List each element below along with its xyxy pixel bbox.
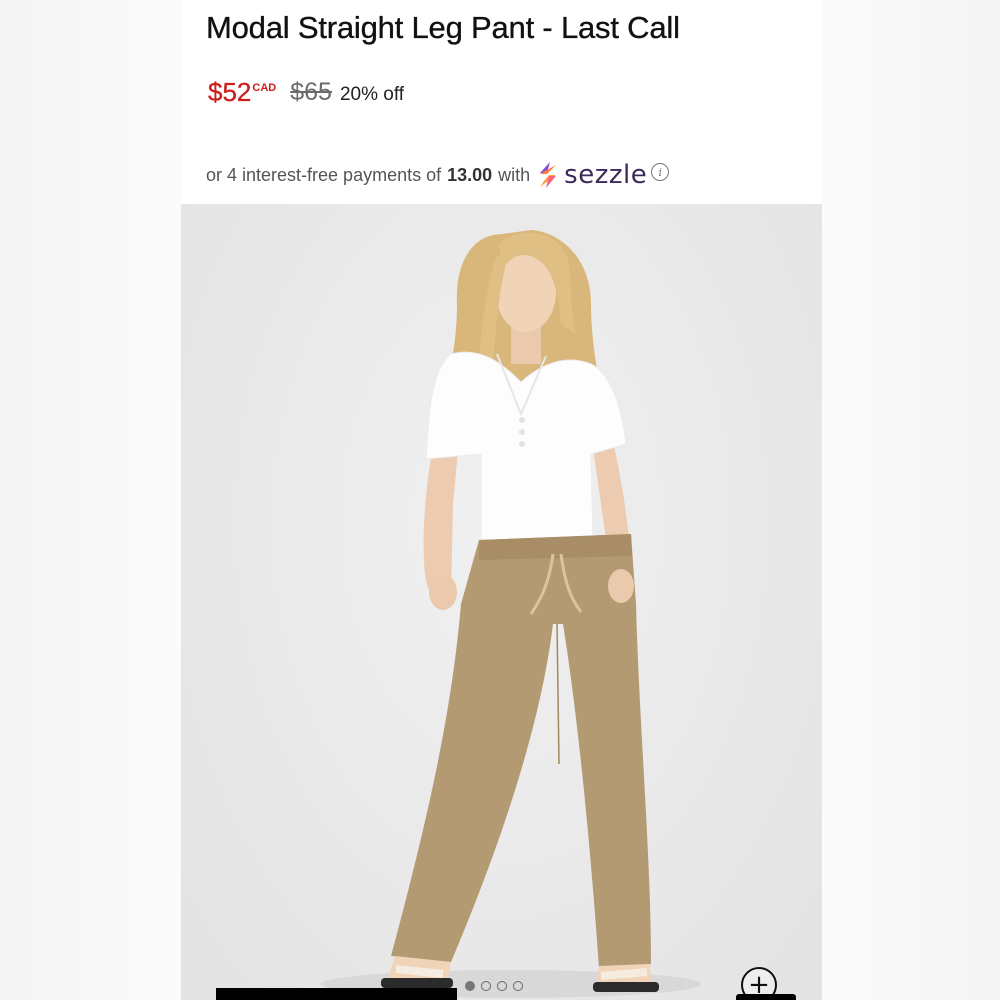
product-image[interactable] xyxy=(181,204,822,1000)
product-panel: Modal Straight Leg Pant - Last Call $52 … xyxy=(181,0,822,1000)
info-icon[interactable]: i xyxy=(651,163,670,181)
price-row: $52 CAD $65 20% off xyxy=(208,72,404,116)
sezzle-logo[interactable]: sezzle xyxy=(536,160,647,190)
carousel-dot[interactable] xyxy=(497,981,507,991)
installments-suffix: with xyxy=(498,164,531,185)
carousel-dot[interactable] xyxy=(465,981,475,991)
bottom-overlay-bar xyxy=(216,988,457,1000)
sezzle-mark-icon xyxy=(540,162,557,188)
sezzle-installments: or 4 interest-free payments of 13.00 wit… xyxy=(206,158,670,192)
installment-amount: 13.00 xyxy=(447,164,493,185)
original-price: $65 xyxy=(290,78,332,106)
installments-prefix: or 4 interest-free payments of xyxy=(206,164,442,185)
discount-label: 20% off xyxy=(339,84,405,105)
currency-label: CAD xyxy=(252,82,277,94)
model-illustration xyxy=(321,230,701,998)
sale-price: $52 xyxy=(208,77,252,107)
product-title: Modal Straight Leg Pant - Last Call xyxy=(206,10,680,45)
carousel-dot[interactable] xyxy=(513,981,523,991)
carousel-dots xyxy=(465,981,523,991)
bottom-overlay-bar-right xyxy=(736,994,796,1000)
sezzle-wordmark: sezzle xyxy=(564,160,648,190)
carousel-dot[interactable] xyxy=(481,981,491,991)
